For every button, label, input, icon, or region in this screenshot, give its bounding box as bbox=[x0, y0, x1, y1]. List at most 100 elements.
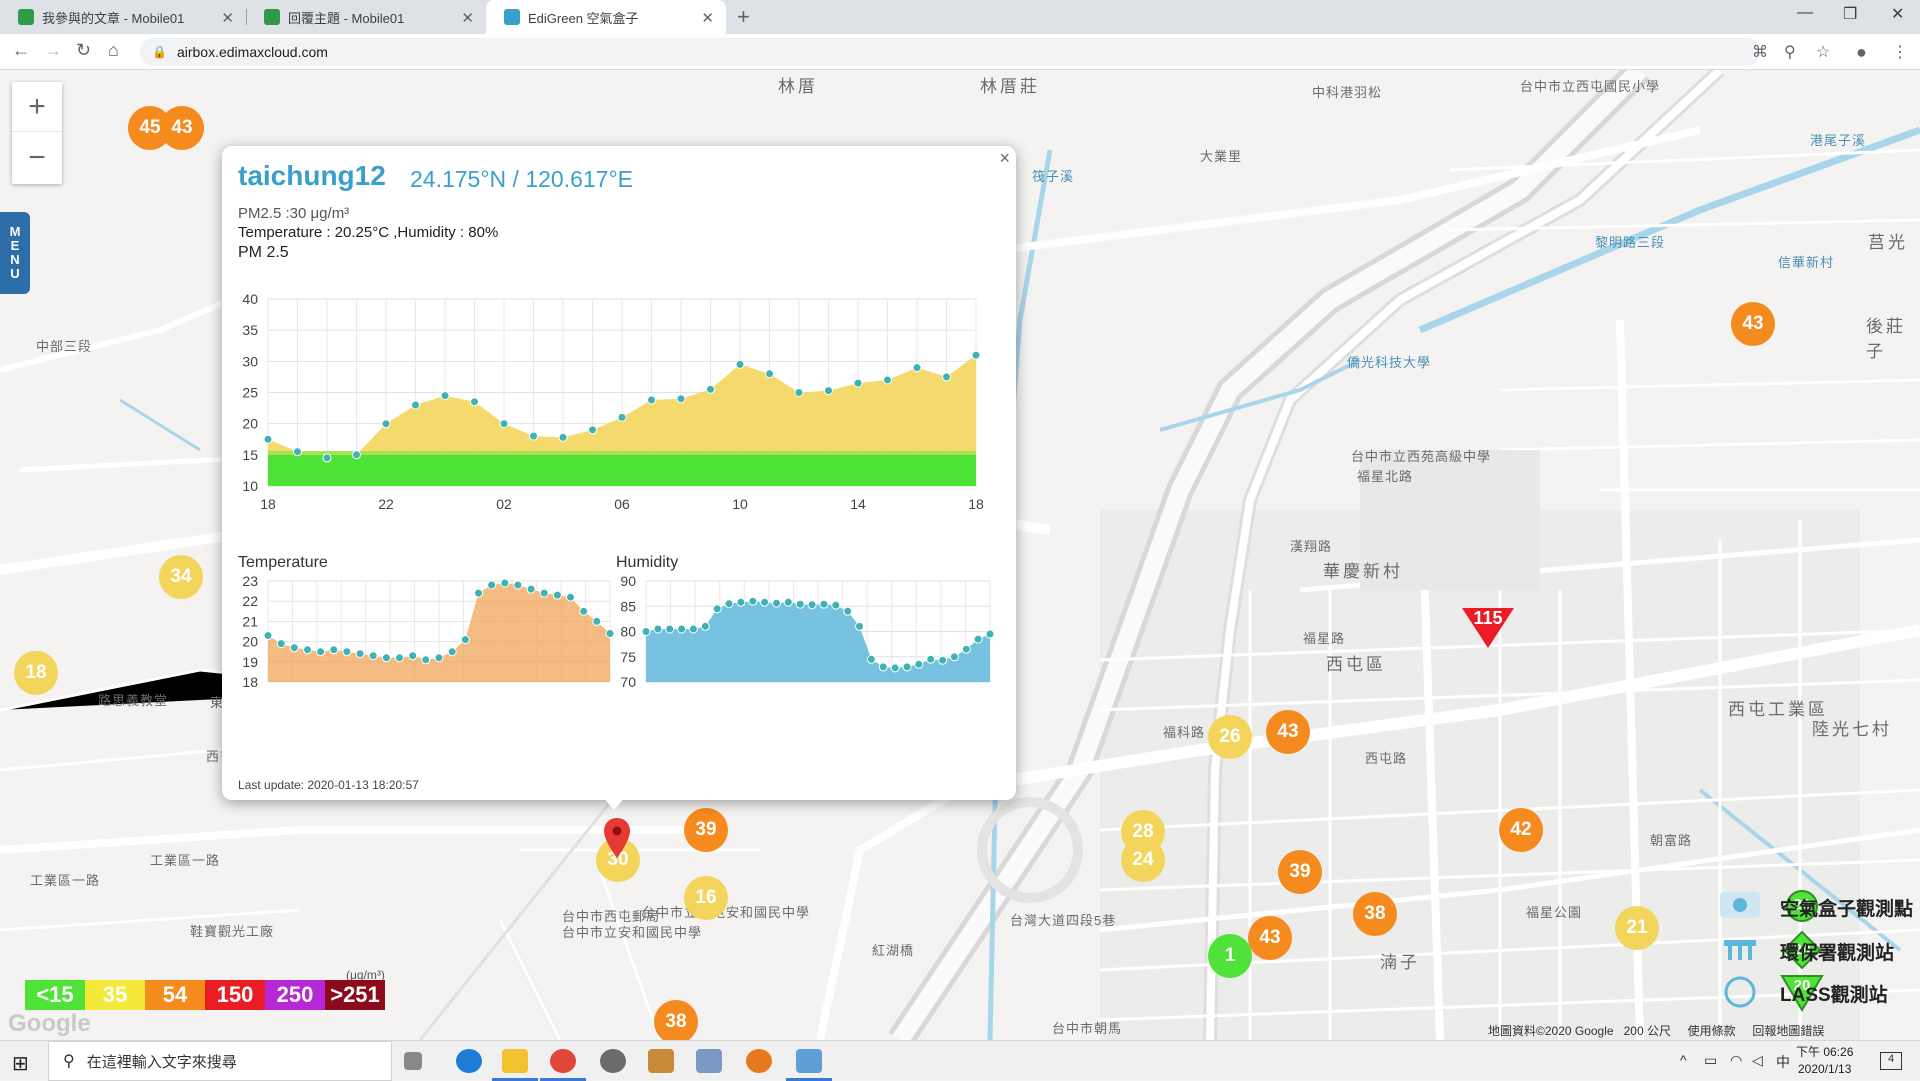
restore-icon[interactable]: ❐ bbox=[1843, 4, 1857, 24]
popup-charts: 10 15 20 25 30 35 40 18 22 02 06 10 14 18 18 19 20 21 22 23… bbox=[242, 291, 995, 690]
data-point bbox=[942, 372, 951, 382]
map-canvas[interactable]: 林厝 林厝莊 華慶新村 西屯區 西屯工業區 陸光七村 莒光 後莊子 大業里 僑光… bbox=[0, 70, 1920, 1040]
zoom-icon[interactable]: ⚲ bbox=[1784, 42, 1796, 62]
data-point bbox=[807, 600, 817, 610]
chrome-icon[interactable] bbox=[540, 1049, 586, 1081]
tab-mobile01-reply[interactable]: 回覆主題 - Mobile01 ✕ bbox=[246, 0, 486, 34]
data-point bbox=[395, 653, 404, 663]
data-point bbox=[748, 596, 758, 606]
edge-icon[interactable] bbox=[456, 1049, 482, 1073]
wifi-icon[interactable]: ◠ bbox=[1730, 1052, 1742, 1069]
zoom-in-button[interactable]: + bbox=[12, 82, 62, 132]
app-icon[interactable] bbox=[648, 1049, 674, 1073]
y-tick-label: 85 bbox=[620, 598, 636, 614]
airbox-marker[interactable]: 43 bbox=[160, 106, 204, 150]
data-point bbox=[831, 600, 841, 610]
y-tick-label: 80 bbox=[620, 624, 636, 640]
airbox-marker[interactable]: 1 bbox=[1208, 934, 1252, 978]
back-icon[interactable]: ← bbox=[12, 40, 30, 61]
tab-mobile01-articles[interactable]: 我參與的文章 - Mobile01 ✕ bbox=[0, 0, 246, 34]
data-point bbox=[352, 450, 361, 460]
terms-link[interactable]: 使用條款 bbox=[1688, 1024, 1736, 1038]
map-label: 福星路 bbox=[1303, 631, 1346, 646]
x-tick-label: 22 bbox=[378, 496, 394, 512]
data-point bbox=[474, 588, 483, 598]
data-point bbox=[303, 645, 312, 655]
airbox-marker[interactable]: 16 bbox=[684, 876, 728, 920]
airbox-marker[interactable]: 38 bbox=[1353, 892, 1397, 936]
mobile01-favicon-icon bbox=[18, 9, 34, 25]
airbox-marker[interactable]: 18 bbox=[14, 651, 58, 695]
ime-indicator[interactable]: 中 bbox=[1776, 1052, 1790, 1072]
reload-icon[interactable]: ↻ bbox=[76, 40, 91, 61]
data-point bbox=[434, 653, 444, 663]
taskbar-search-box[interactable]: ⚲ 在這裡輸入文字來搜尋 bbox=[48, 1041, 392, 1081]
clock-time: 下午 06:26 bbox=[1796, 1045, 1854, 1059]
menu-button[interactable]: M E N U bbox=[0, 212, 30, 294]
tab-edigreen[interactable]: EdiGreen 空氣盒子 ✕ bbox=[486, 0, 726, 34]
minimize-icon[interactable]: — bbox=[1797, 4, 1813, 22]
close-tab-icon[interactable]: ✕ bbox=[701, 9, 714, 27]
bookmark-star-icon[interactable]: ☆ bbox=[1816, 42, 1830, 62]
map-label: 福星北路 bbox=[1357, 469, 1414, 484]
menu-letter: E bbox=[10, 238, 20, 253]
airbox-marker[interactable]: 39 bbox=[684, 808, 728, 852]
data-point bbox=[772, 598, 781, 608]
data-point bbox=[381, 653, 391, 663]
chrome-menu-icon[interactable]: ⋮ bbox=[1892, 42, 1908, 62]
clock[interactable]: 下午 06:26 2020/1/13 bbox=[1796, 1044, 1853, 1078]
tray-chevron-icon[interactable]: ^ bbox=[1680, 1052, 1687, 1068]
windows-start-icon[interactable]: ⊞ bbox=[12, 1051, 29, 1076]
airbox-marker[interactable]: 24 bbox=[1121, 838, 1165, 882]
airbox-marker[interactable]: 26 bbox=[1208, 715, 1252, 759]
zoom-out-button[interactable]: − bbox=[12, 133, 62, 183]
app-icon[interactable] bbox=[696, 1049, 722, 1073]
airbox-marker[interactable]: 21 bbox=[1615, 906, 1659, 950]
clock-date: 2020/1/13 bbox=[1797, 1062, 1852, 1076]
x-tick-label: 06 bbox=[614, 496, 630, 512]
scale-text[interactable]: 200 公尺 bbox=[1624, 1024, 1671, 1038]
data-point bbox=[316, 647, 326, 657]
address-bar[interactable]: 🔒 airbox.edimaxcloud.com bbox=[140, 38, 1760, 66]
data-point bbox=[712, 604, 722, 614]
volume-icon[interactable]: ◁ bbox=[1752, 1052, 1763, 1069]
legend-label: 環保署觀測站 bbox=[1780, 943, 1895, 964]
new-tab-button[interactable]: + bbox=[737, 4, 750, 30]
data-point bbox=[890, 663, 900, 673]
airbox-marker[interactable]: 43 bbox=[1266, 710, 1310, 754]
data-point bbox=[878, 662, 888, 672]
data-point bbox=[902, 662, 912, 672]
airbox-marker[interactable]: 43 bbox=[1248, 916, 1292, 960]
data-point bbox=[647, 395, 656, 405]
map-label: 港尾子溪 bbox=[1810, 133, 1867, 148]
airbox-marker[interactable]: 39 bbox=[1278, 850, 1322, 894]
report-error-link[interactable]: 回報地圖錯誤 bbox=[1752, 1024, 1824, 1038]
app-icon[interactable] bbox=[600, 1049, 626, 1073]
airbox-marker[interactable]: 42 bbox=[1499, 808, 1543, 852]
data-point bbox=[706, 384, 715, 394]
y-tick-label: 20 bbox=[242, 416, 258, 432]
translate-icon[interactable]: ⌘ bbox=[1752, 42, 1768, 62]
airbox-marker[interactable]: 43 bbox=[1731, 302, 1775, 346]
window-close-icon[interactable]: ✕ bbox=[1891, 4, 1904, 24]
file-explorer-icon[interactable] bbox=[492, 1049, 538, 1081]
task-view-icon[interactable] bbox=[404, 1052, 422, 1070]
tray-device-icon[interactable]: ▭ bbox=[1704, 1052, 1717, 1069]
map-pin-icon[interactable] bbox=[602, 816, 632, 860]
notification-icon[interactable]: 4 bbox=[1880, 1052, 1902, 1070]
blender-icon[interactable] bbox=[746, 1049, 772, 1073]
app-icon[interactable] bbox=[786, 1049, 832, 1081]
home-icon[interactable]: ⌂ bbox=[108, 40, 119, 61]
forward-icon[interactable]: → bbox=[44, 40, 62, 61]
menu-letter: N bbox=[10, 252, 20, 267]
data-point bbox=[914, 659, 924, 669]
data-point bbox=[592, 616, 602, 626]
close-tab-icon[interactable]: ✕ bbox=[461, 9, 474, 27]
google-logo[interactable]: Google bbox=[8, 1010, 91, 1038]
close-tab-icon[interactable]: ✕ bbox=[221, 9, 234, 27]
profile-icon[interactable]: ● bbox=[1856, 42, 1867, 63]
data-point bbox=[342, 647, 352, 657]
airbox-marker[interactable]: 38 bbox=[654, 1000, 698, 1040]
airbox-marker[interactable]: 34 bbox=[159, 555, 203, 599]
data-point bbox=[526, 584, 536, 594]
